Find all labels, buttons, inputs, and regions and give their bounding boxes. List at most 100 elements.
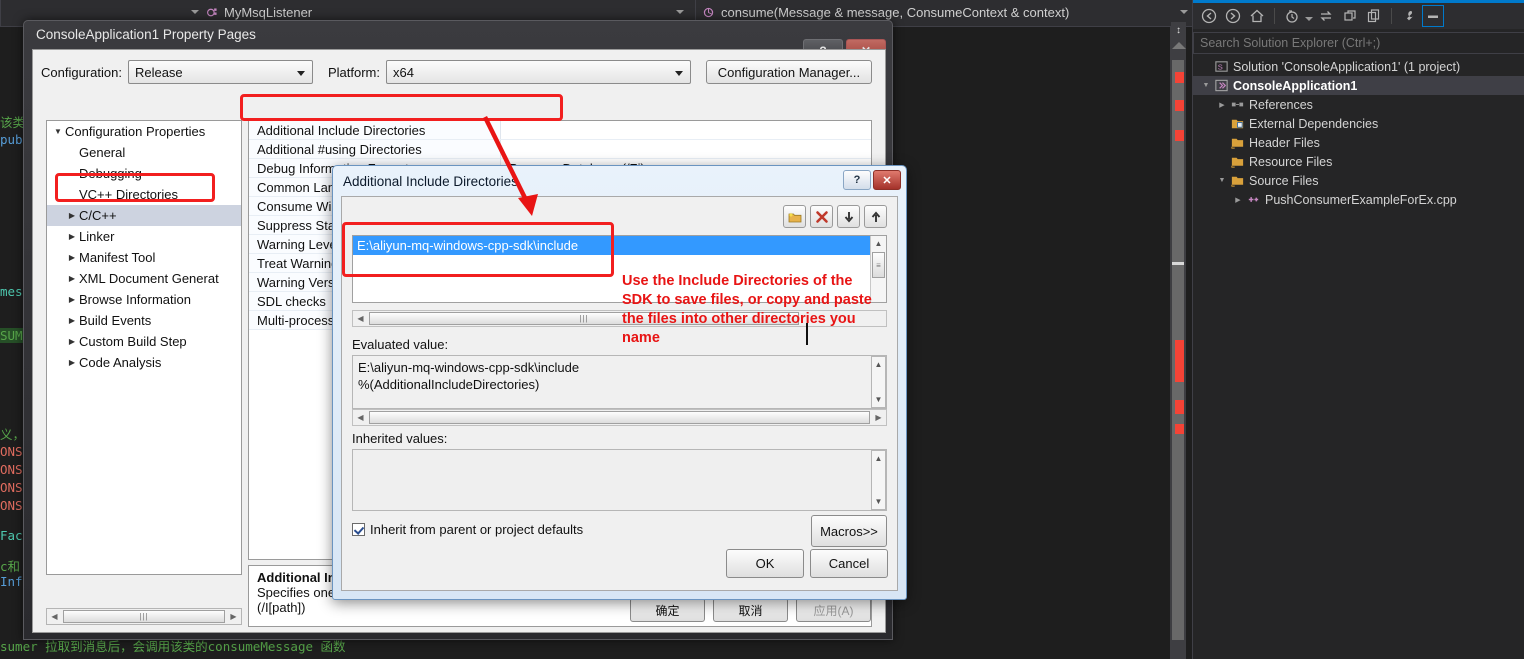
scroll-up-icon[interactable] — [1172, 42, 1186, 49]
cfg-item-manifest-tool[interactable]: ▶ Manifest Tool — [47, 247, 241, 268]
configuration-properties-tree: ▼ Configuration Properties General Debug… — [46, 120, 242, 575]
table-row[interactable]: Additional Include Directories — [249, 121, 871, 140]
scrollbar-thumb[interactable]: ||| — [63, 610, 225, 623]
property-key: Additional #using Directories — [249, 140, 501, 158]
expander-icon[interactable]: ▶ — [65, 211, 79, 220]
expander-icon[interactable]: ▶ — [65, 253, 79, 262]
cfg-item-browse-information[interactable]: ▶ Browse Information — [47, 289, 241, 310]
cfg-item-vc-directories[interactable]: VC++ Directories — [47, 184, 241, 205]
ok-button[interactable]: OK — [726, 549, 804, 578]
list-item[interactable]: E:\aliyun-mq-windows-cpp-sdk\include — [353, 236, 870, 255]
tree-item-external-dependencies[interactable]: External Dependencies — [1193, 114, 1524, 133]
expander-icon[interactable]: ▼ — [1199, 82, 1213, 89]
inherited-values-label: Inherited values: — [352, 431, 448, 446]
error-marker[interactable] — [1175, 340, 1184, 382]
error-marker[interactable] — [1175, 400, 1184, 414]
cfg-item-c-cpp[interactable]: ▶ C/C++ — [47, 205, 241, 226]
cfg-item-linker[interactable]: ▶ Linker — [47, 226, 241, 247]
solution-explorer-panel: Search Solution Explorer (Ctrl+;) S Solu… — [1192, 0, 1524, 659]
scroll-right-icon[interactable]: ▶ — [871, 413, 886, 422]
home-icon[interactable] — [1246, 5, 1268, 27]
cfg-item-configuration-properties[interactable]: ▼ Configuration Properties — [47, 121, 241, 142]
refresh-icon[interactable] — [1339, 5, 1361, 27]
cfg-item-debugging[interactable]: Debugging — [47, 163, 241, 184]
expander-icon[interactable]: ▶ — [65, 316, 79, 325]
forward-icon[interactable] — [1222, 5, 1244, 27]
expander-icon[interactable]: ▶ — [65, 358, 79, 367]
nav-left-chevron-icon[interactable] — [191, 10, 199, 14]
tree-item-solution[interactable]: S Solution 'ConsoleApplication1' (1 proj… — [1193, 57, 1524, 76]
error-marker[interactable] — [1175, 100, 1184, 111]
apply-button[interactable]: 应用(A) — [796, 598, 871, 622]
scroll-left-icon[interactable]: ◀ — [353, 413, 368, 422]
scrollbar-thumb[interactable] — [369, 411, 870, 424]
sync-icon[interactable] — [1315, 5, 1337, 27]
property-value[interactable] — [501, 121, 871, 139]
expander-icon[interactable]: ▼ — [1215, 177, 1229, 184]
nav-left-label: MyMsqListener — [224, 5, 313, 20]
table-row[interactable]: Additional #using Directories — [249, 140, 871, 159]
pending-changes-icon[interactable] — [1281, 5, 1303, 27]
tree-item-references[interactable]: ▶ References — [1193, 95, 1524, 114]
chevron-down-icon[interactable] — [1305, 17, 1313, 21]
back-icon[interactable] — [1198, 5, 1220, 27]
delete-icon[interactable] — [810, 205, 833, 228]
new-line-icon[interactable] — [783, 205, 806, 228]
tree-item-project[interactable]: ▼ ConsoleApplication1 — [1193, 76, 1524, 95]
property-value[interactable] — [501, 140, 871, 158]
solution-explorer-search-input[interactable]: Search Solution Explorer (Ctrl+;) — [1193, 32, 1524, 54]
tree-item-resource-files[interactable]: Resource Files — [1193, 152, 1524, 171]
nav-right-dropdown-icon[interactable] — [1180, 10, 1188, 14]
cfg-item-code-analysis[interactable]: ▶ Code Analysis — [47, 352, 241, 373]
evaluated-value-hscrollbar[interactable]: ◀ ▶ — [352, 409, 887, 426]
evaluated-value-vscrollbar[interactable]: ▲ ▼ — [871, 356, 886, 408]
error-marker[interactable] — [1175, 424, 1184, 434]
expander-icon[interactable]: ▶ — [65, 295, 79, 304]
scroll-up-icon[interactable]: ▲ — [872, 451, 885, 466]
tree-item-cpp-file[interactable]: ▶ PushConsumerExampleForEx.cpp — [1193, 190, 1524, 209]
expander-icon[interactable]: ▶ — [1231, 196, 1245, 204]
expander-icon[interactable]: ▶ — [65, 232, 79, 241]
scroll-left-icon[interactable]: ◀ — [353, 314, 368, 323]
cfg-item-label: Configuration Properties — [65, 124, 206, 139]
scroll-up-icon[interactable]: ▲ — [872, 357, 885, 372]
platform-select[interactable]: x64 — [385, 60, 691, 84]
scroll-up-icon[interactable]: ▲ — [871, 236, 886, 251]
collapse-all-icon[interactable] — [1422, 5, 1444, 27]
show-all-files-icon[interactable] — [1363, 5, 1385, 27]
expander-icon[interactable]: ▶ — [1215, 101, 1229, 109]
cfg-item-xml-document-generator[interactable]: ▶ XML Document Generat — [47, 268, 241, 289]
inherit-defaults-checkbox-row[interactable]: Inherit from parent or project defaults — [352, 522, 583, 537]
cfg-item-build-events[interactable]: ▶ Build Events — [47, 310, 241, 331]
editor-split-handle[interactable]: ↕ — [1171, 22, 1186, 39]
close-button[interactable]: ✕ — [873, 170, 901, 190]
configuration-manager-button[interactable]: Configuration Manager... — [705, 60, 872, 84]
scroll-down-icon[interactable]: ▼ — [872, 392, 885, 407]
configuration-tree-hscrollbar[interactable]: ◀ ||| ▶ — [46, 608, 242, 625]
tree-item-source-files[interactable]: ▼ Source Files — [1193, 171, 1524, 190]
nav-right-chevron-icon[interactable] — [676, 10, 684, 14]
inherited-values-vscrollbar[interactable]: ▲ ▼ — [871, 450, 886, 510]
cfg-item-general[interactable]: General — [47, 142, 241, 163]
scroll-right-icon[interactable]: ▶ — [226, 612, 241, 621]
cancel-button[interactable]: Cancel — [810, 549, 888, 578]
inherit-defaults-checkbox[interactable] — [352, 523, 365, 536]
expander-icon[interactable]: ▶ — [65, 274, 79, 283]
cancel-button[interactable]: 取消 — [713, 598, 788, 622]
cfg-item-custom-build-step[interactable]: ▶ Custom Build Step — [47, 331, 241, 352]
properties-icon[interactable] — [1398, 5, 1420, 27]
macros-button[interactable]: Macros>> — [811, 515, 887, 547]
inherit-defaults-label: Inherit from parent or project defaults — [370, 522, 584, 537]
ok-button[interactable]: 确定 — [630, 598, 705, 622]
expander-icon[interactable]: ▼ — [51, 127, 65, 136]
configuration-select[interactable]: Release — [127, 60, 313, 84]
help-button[interactable]: ? — [843, 170, 871, 190]
error-marker[interactable] — [1175, 130, 1184, 141]
move-down-icon[interactable] — [837, 205, 860, 228]
scroll-left-icon[interactable]: ◀ — [47, 612, 62, 621]
move-up-icon[interactable] — [864, 205, 887, 228]
tree-item-header-files[interactable]: Header Files — [1193, 133, 1524, 152]
error-marker[interactable] — [1175, 72, 1184, 83]
expander-icon[interactable]: ▶ — [65, 337, 79, 346]
scroll-down-icon[interactable]: ▼ — [872, 494, 885, 509]
